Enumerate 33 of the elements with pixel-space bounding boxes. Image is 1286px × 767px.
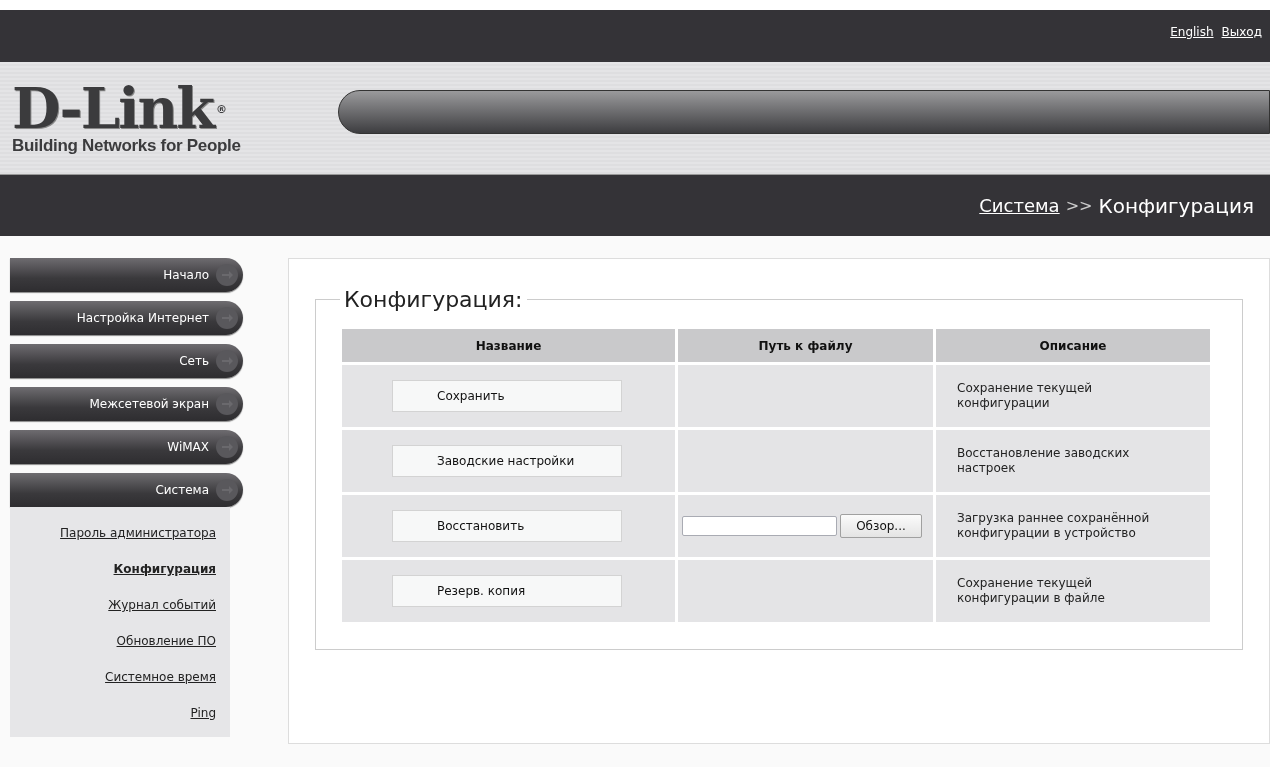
menu-button[interactable]: Система [10,473,243,507]
top-link[interactable]: English [1170,25,1214,39]
submenu-link[interactable]: Обновление ПО [116,623,230,659]
menu-button[interactable]: Сеть [10,344,243,378]
submenu-link[interactable]: Ping [190,695,230,731]
description-text: Восстановление заводских настроек [956,446,1131,476]
description-text: Загрузка раннее сохранённой конфигурации в устройство [956,511,1151,541]
menu-button[interactable]: WiMAX [10,430,243,464]
description-text: Сохранение текущей конфигурации [956,381,1094,411]
submenu-link[interactable]: Журнал событий [108,587,230,623]
column-header: Описание [936,329,1210,362]
section-title: Конфигурация: [343,287,524,312]
top-link[interactable]: Выход [1221,25,1262,39]
breadcrumb-current: Конфигурация [1098,193,1254,218]
action-button[interactable]: Сохранить [392,380,622,412]
submenu-link[interactable]: Конфигурация [113,551,230,587]
breadcrumb-link[interactable]: Система [979,195,1060,216]
column-header: Путь к файлу [678,329,933,362]
menu-button[interactable]: Начало [10,258,243,292]
file-path-field[interactable] [682,516,837,536]
submenu-link[interactable]: Пароль администратора [60,515,230,551]
submenu-link[interactable]: Системное время [105,659,230,695]
action-button[interactable]: Восстановить [392,510,622,542]
browse-button[interactable]: Обзор... [840,514,922,538]
menu-button[interactable]: Настройка Интернет [10,301,243,335]
menu-button[interactable]: Межсетевой экран [10,387,243,421]
description-text: Сохранение текущей конфигурации в файле [956,576,1106,606]
breadcrumb-separator: >> [1065,196,1093,215]
action-button[interactable]: Заводские настройки [392,445,622,477]
action-button[interactable]: Резерв. копия [392,575,622,607]
column-header: Название [342,329,675,362]
logo-tagline: Building Networks for People [12,136,242,156]
registered-mark: ® [216,102,227,118]
